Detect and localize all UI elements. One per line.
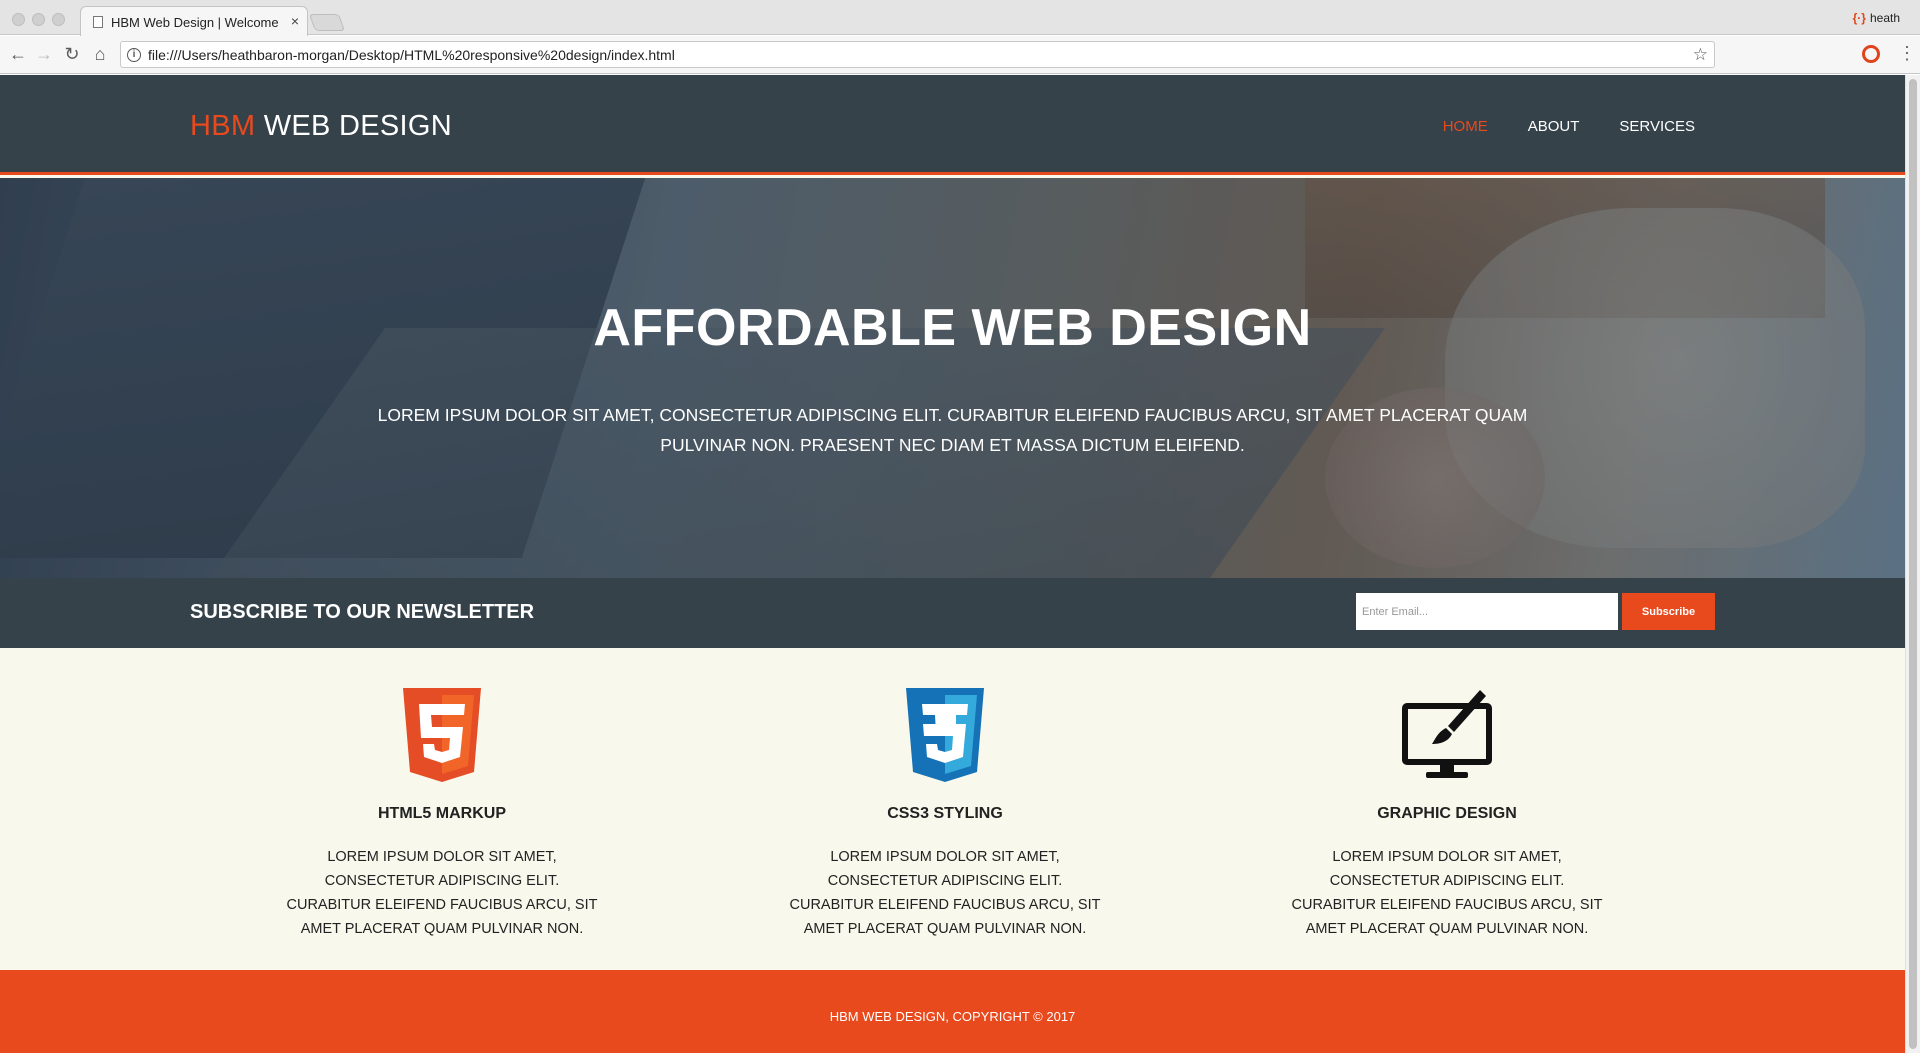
- document-icon: [93, 16, 103, 28]
- address-bar[interactable]: i file:///Users/heathbaron-morgan/Deskto…: [120, 41, 1715, 68]
- tab-title: HBM Web Design | Welcome: [111, 15, 279, 30]
- hero-overlay: [0, 178, 1905, 578]
- vertical-scrollbar[interactable]: [1905, 75, 1920, 1053]
- box-text: LOREM IPSUM DOLOR SIT AMET, CONSECTETUR …: [789, 849, 1101, 937]
- email-input[interactable]: [1356, 593, 1618, 630]
- site-logo[interactable]: HBM WEB DESIGN: [190, 110, 452, 143]
- url-text[interactable]: file:///Users/heathbaron-morgan/Desktop/…: [148, 47, 675, 63]
- hero-showcase: AFFORDABLE WEB DESIGN LOREM IPSUM DOLOR …: [0, 178, 1905, 578]
- profile-icon: {·}: [1852, 11, 1866, 25]
- tab-close-icon[interactable]: ×: [291, 13, 299, 29]
- window-minimize-dot[interactable]: [32, 13, 45, 26]
- kebab-menu-icon[interactable]: ⋮: [1898, 44, 1916, 62]
- back-arrow-icon[interactable]: ←: [8, 44, 28, 64]
- bookmark-star-icon[interactable]: ☆: [1693, 45, 1708, 65]
- box-html5: HTML5 MARKUP LOREM IPSUM DOLOR SIT AMET,…: [272, 648, 612, 941]
- forward-arrow-icon[interactable]: →: [34, 44, 54, 64]
- home-icon[interactable]: ⌂: [90, 44, 110, 64]
- subscribe-button[interactable]: Subscribe: [1622, 593, 1715, 630]
- site-footer: HBM WEB DESIGN, COPYRIGHT © 2017: [0, 970, 1905, 1053]
- nav-home-link[interactable]: HOME: [1443, 118, 1488, 135]
- box-title: HTML5 MARKUP: [378, 805, 506, 822]
- browser-toolbar: ← → ↻ ⌂ i file:///Users/heathbaron-morga…: [0, 36, 1920, 74]
- hero-title: AFFORDABLE WEB DESIGN: [593, 299, 1312, 357]
- css3-logo-icon: [900, 688, 990, 783]
- newsletter-title: SUBSCRIBE TO OUR NEWSLETTER: [190, 601, 535, 623]
- footer-copyright: HBM WEB DESIGN, COPYRIGHT © 2017: [829, 1009, 1076, 1024]
- site-header: HBM WEB DESIGN HOME ABOUT SERVICES: [0, 75, 1905, 175]
- profile-button[interactable]: {·} heath: [1853, 11, 1900, 25]
- box-text: LOREM IPSUM DOLOR SIT AMET, CONSECTETUR …: [1291, 849, 1603, 937]
- window-close-dot[interactable]: [12, 13, 25, 26]
- profile-name: heath: [1869, 11, 1900, 25]
- info-icon[interactable]: i: [127, 48, 141, 62]
- hero-text: LOREM IPSUM DOLOR SIT AMET, CONSECTETUR …: [377, 405, 1528, 455]
- main-nav: HOME ABOUT SERVICES: [1443, 118, 1695, 135]
- nav-services-link[interactable]: SERVICES: [1619, 118, 1695, 135]
- logo-highlight: HBM: [190, 110, 256, 142]
- window-zoom-dot[interactable]: [52, 13, 65, 26]
- html5-logo-icon: [397, 688, 487, 783]
- logo-text: WEB DESIGN: [255, 110, 453, 142]
- reload-icon[interactable]: ↻: [62, 44, 82, 64]
- box-text: LOREM IPSUM DOLOR SIT AMET, CONSECTETUR …: [286, 849, 598, 937]
- box-css3: CSS3 STYLING LOREM IPSUM DOLOR SIT AMET,…: [775, 648, 1115, 941]
- new-tab-button[interactable]: [308, 14, 346, 31]
- browser-tab-bar: HBM Web Design | Welcome × {·} heath: [0, 0, 1920, 36]
- opera-extension-icon[interactable]: [1862, 45, 1880, 63]
- box-title: CSS3 STYLING: [887, 805, 1003, 822]
- box-graphic-design: GRAPHIC DESIGN LOREM IPSUM DOLOR SIT AME…: [1277, 648, 1617, 941]
- nav-about-link[interactable]: ABOUT: [1528, 118, 1580, 135]
- monitor-brush-icon: [1402, 688, 1492, 783]
- page-viewport: HBM WEB DESIGN HOME ABOUT SERVICES AFFOR…: [0, 75, 1905, 1053]
- scrollbar-thumb[interactable]: [1909, 79, 1917, 1049]
- browser-tab[interactable]: HBM Web Design | Welcome ×: [80, 6, 308, 36]
- services-boxes: HTML5 MARKUP LOREM IPSUM DOLOR SIT AMET,…: [0, 648, 1905, 970]
- newsletter-section: SUBSCRIBE TO OUR NEWSLETTER Subscribe: [0, 578, 1905, 648]
- box-title: GRAPHIC DESIGN: [1377, 805, 1517, 822]
